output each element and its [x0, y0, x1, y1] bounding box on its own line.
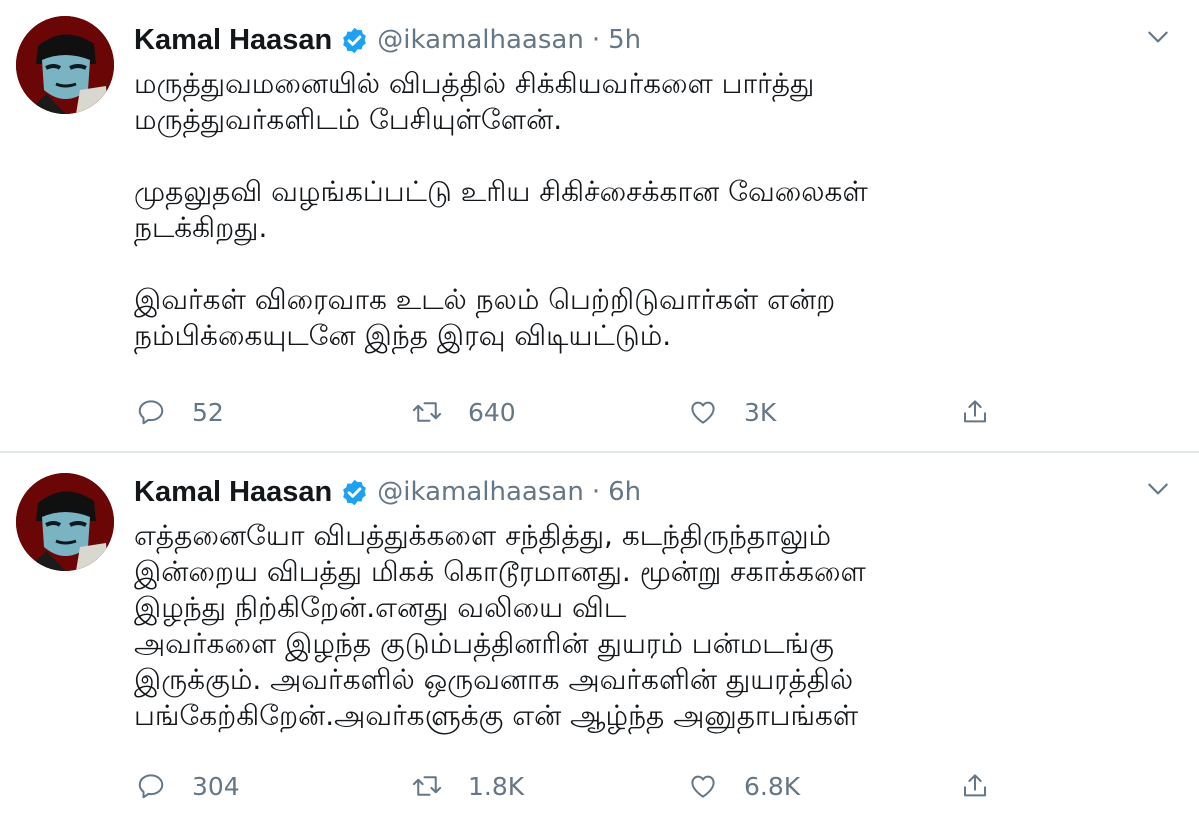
like-count: 3K [744, 397, 777, 427]
avatar[interactable] [16, 473, 114, 571]
tweet-header: Kamal Haasan @ikamalhaasan · 5h [134, 20, 641, 60]
retweet-count: 640 [468, 397, 516, 427]
retweet-button[interactable]: 640 [412, 392, 516, 432]
author-handle[interactable]: @ikamalhaasan [377, 25, 584, 55]
author-name[interactable]: Kamal Haasan [134, 476, 332, 509]
chevron-down-icon[interactable] [1145, 24, 1171, 50]
reply-icon [138, 774, 164, 799]
reply-count: 52 [192, 397, 224, 427]
verified-badge-icon [343, 27, 367, 53]
tweet-actions: 304 1.8K 6.8K [134, 766, 1134, 806]
timestamp[interactable]: 6h [608, 477, 641, 507]
retweet-count: 1.8K [468, 771, 525, 801]
heart-icon [691, 775, 715, 798]
author-name[interactable]: Kamal Haasan [134, 24, 332, 57]
reply-button[interactable]: 304 [136, 766, 240, 806]
tweet-text: மருத்துவமனையில் விபத்தில் சிக்கியவர்களை … [134, 67, 868, 352]
reply-icon [138, 400, 164, 425]
verified-badge-icon [343, 479, 367, 505]
reply-button[interactable]: 52 [136, 392, 224, 432]
reply-count: 304 [192, 771, 240, 801]
like-button[interactable]: 6.8K [688, 766, 800, 806]
avatar-portrait-icon [16, 16, 114, 114]
like-button[interactable]: 3K [688, 392, 776, 432]
tweet-text: எத்தனையோ விபத்துக்களை சந்தித்து, கடந்திர… [134, 519, 866, 732]
author-handle[interactable]: @ikamalhaasan [377, 477, 584, 507]
share-button[interactable] [960, 766, 990, 806]
tweet-header: Kamal Haasan @ikamalhaasan · 6h [134, 472, 641, 512]
tweet-actions: 52 640 3K [134, 392, 1134, 432]
tweet[interactable]: Kamal Haasan @ikamalhaasan · 6h எத்தனையோ… [0, 452, 1199, 826]
chevron-down-icon[interactable] [1145, 476, 1171, 502]
retweet-button[interactable]: 1.8K [412, 766, 524, 806]
share-icon [964, 400, 986, 423]
like-count: 6.8K [744, 771, 801, 801]
separator-dot: · [591, 477, 601, 507]
share-icon [964, 774, 986, 797]
retweet-icon [412, 776, 442, 796]
avatar-portrait-icon [16, 473, 114, 571]
share-button[interactable] [960, 392, 990, 432]
retweet-icon [412, 402, 442, 422]
timestamp[interactable]: 5h [608, 25, 641, 55]
separator-dot: · [591, 25, 601, 55]
tweet[interactable]: Kamal Haasan @ikamalhaasan · 5h மருத்துவ… [0, 0, 1199, 452]
avatar[interactable] [16, 16, 114, 114]
heart-icon [691, 401, 715, 424]
